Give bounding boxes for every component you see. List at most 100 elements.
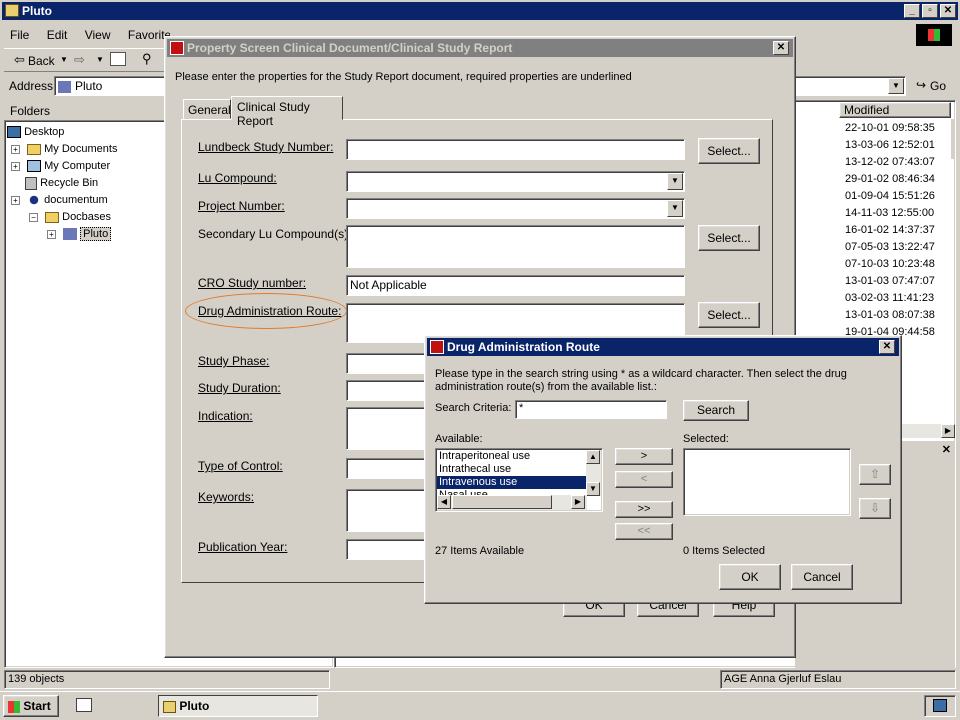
move-right-button[interactable]: > — [615, 448, 673, 465]
back-arrow-icon[interactable]: ⇦ — [14, 52, 25, 68]
system-tray — [924, 695, 956, 717]
scroll-right-icon[interactable]: ▶ — [941, 424, 955, 438]
address-label: Address — [9, 79, 54, 93]
tree-item-my-documents[interactable]: + My Documents — [11, 141, 117, 157]
go-button[interactable]: Go — [930, 79, 946, 93]
tab-clinical-study-report[interactable]: Clinical Study Report — [231, 96, 343, 128]
tree-item-pluto[interactable]: + Pluto — [47, 226, 112, 242]
lundbeck-study-number-input[interactable] — [346, 139, 685, 160]
dialog-app-icon — [170, 41, 184, 55]
vertical-scrollbar[interactable] — [951, 119, 955, 159]
secondary-select-button[interactable]: Select... — [698, 225, 760, 251]
search-criteria-input[interactable]: * — [515, 400, 667, 419]
move-all-left-button[interactable]: << — [615, 523, 673, 540]
expand-icon[interactable]: + — [47, 229, 56, 239]
back-dropdown-icon[interactable]: ▼ — [60, 55, 68, 64]
scroll-right-icon[interactable]: ▶ — [571, 495, 585, 509]
collapse-icon[interactable]: − — [29, 212, 38, 222]
folder-icon — [27, 143, 42, 155]
modified-cell[interactable]: 03-02-03 11:41:23 — [841, 290, 941, 307]
menu-file[interactable]: File — [10, 28, 29, 42]
tree-item-desktop[interactable]: Desktop — [7, 124, 64, 140]
tree-item-recycle-bin[interactable]: Recycle Bin — [25, 175, 98, 191]
forward-dropdown-icon[interactable]: ▼ — [96, 55, 104, 64]
modified-cell[interactable]: 29-01-02 08:46:34 — [841, 171, 941, 188]
modified-cell[interactable]: 13-01-03 07:47:07 — [841, 273, 941, 290]
scroll-down-icon[interactable]: ▼ — [586, 482, 600, 496]
selected-list[interactable] — [683, 448, 851, 516]
available-list-item[interactable]: Intrathecal use — [437, 463, 587, 476]
forward-arrow-icon[interactable]: ⇨ — [74, 52, 85, 68]
scroll-left-icon[interactable]: ◀ — [437, 495, 451, 509]
minimize-button[interactable]: _ — [904, 4, 920, 18]
search-criteria-label: Search Criteria: — [435, 402, 512, 414]
secondary-lu-compound-input[interactable] — [346, 225, 685, 268]
expand-icon[interactable]: + — [11, 144, 20, 154]
address-input-right[interactable]: ▼ — [794, 76, 906, 96]
search-icon[interactable]: ⚲ — [142, 51, 152, 67]
tab-general[interactable]: General — [183, 99, 231, 119]
modified-cell[interactable]: 13-01-03 08:07:38 — [841, 307, 941, 324]
route-ok-button[interactable]: OK — [719, 564, 781, 590]
tray-icon[interactable] — [933, 699, 947, 712]
route-dialog-close-button[interactable]: ✕ — [879, 340, 895, 354]
expand-icon[interactable]: + — [11, 195, 20, 205]
expand-icon[interactable]: + — [11, 161, 20, 171]
quicklaunch-desktop-icon[interactable] — [76, 698, 92, 712]
modified-cell[interactable]: 22-10-01 09:58:35 — [841, 120, 941, 137]
label-project-number: Project Number: — [198, 199, 285, 213]
modified-cell[interactable]: 07-10-03 10:23:48 — [841, 256, 941, 273]
label-publication-year: Publication Year: — [198, 540, 288, 554]
modified-cell[interactable]: 01-09-04 15:51:26 — [841, 188, 941, 205]
menu-edit[interactable]: Edit — [47, 28, 68, 42]
modified-cell[interactable]: 14-11-03 12:55:00 — [841, 205, 941, 222]
available-count: 27 Items Available — [435, 545, 525, 557]
tree-item-my-computer[interactable]: + My Computer — [11, 158, 110, 174]
modified-cell[interactable]: 07-05-03 13:22:47 — [841, 239, 941, 256]
available-list-item[interactable]: Intraperitoneal use — [437, 450, 587, 463]
preview-close-icon[interactable]: ✕ — [942, 443, 951, 456]
move-left-button[interactable]: < — [615, 471, 673, 488]
go-arrow-icon[interactable]: ↪ — [916, 78, 926, 92]
scroll-up-icon[interactable]: ▲ — [586, 450, 600, 464]
property-dialog-close-button[interactable]: ✕ — [773, 41, 789, 55]
annotation-ellipse — [185, 293, 347, 329]
route-cancel-button[interactable]: Cancel — [791, 564, 853, 590]
available-hscroll[interactable]: ◀ ▶ — [437, 495, 587, 510]
project-number-select[interactable]: ▼ — [346, 198, 685, 219]
move-up-button[interactable]: ⇧ — [859, 464, 891, 485]
available-vscroll[interactable]: ▲ ▼ — [586, 450, 601, 496]
tree-item-docbases[interactable]: − Docbases — [29, 209, 111, 225]
project-number-dropdown-icon[interactable]: ▼ — [667, 200, 683, 217]
cro-study-number-input[interactable]: Not Applicable — [346, 275, 685, 296]
modified-cell[interactable]: 16-01-02 14:37:37 — [841, 222, 941, 239]
address-input[interactable]: Pluto — [54, 76, 166, 96]
label-indication: Indication: — [198, 409, 253, 423]
restore-button[interactable]: ▫ — [922, 4, 938, 18]
move-all-right-button[interactable]: >> — [615, 501, 673, 518]
status-user: AGE Anna Gjerluf Eslau — [720, 670, 956, 689]
taskbar-pluto-button[interactable]: Pluto — [158, 695, 318, 717]
lu-compound-select[interactable]: ▼ — [346, 171, 685, 192]
modified-cell[interactable]: 13-03-06 12:52:01 — [841, 137, 941, 154]
up-folder-icon[interactable] — [110, 52, 126, 66]
folder-open-icon — [45, 211, 60, 223]
back-label[interactable]: Back — [28, 54, 55, 68]
move-down-button[interactable]: ⇩ — [859, 498, 891, 519]
menu-view[interactable]: View — [85, 28, 111, 42]
modified-cell[interactable]: 13-12-02 07:43:07 — [841, 154, 941, 171]
search-button[interactable]: Search — [683, 400, 749, 421]
tree-item-documentum[interactable]: + documentum — [11, 192, 108, 208]
modified-column-header[interactable]: Modified — [839, 102, 951, 118]
available-list[interactable]: Intraperitoneal use Intrathecal use Intrav… — [435, 448, 603, 512]
address-dropdown-icon[interactable]: ▼ — [888, 78, 904, 94]
hscroll-thumb[interactable] — [452, 495, 552, 509]
lu-compound-dropdown-icon[interactable]: ▼ — [667, 173, 683, 190]
close-button[interactable]: ✕ — [940, 4, 956, 18]
selected-label: Selected: — [683, 433, 729, 445]
drug-route-select-button[interactable]: Select... — [698, 302, 760, 328]
lundbeck-select-button[interactable]: Select... — [698, 138, 760, 164]
toolbar: ⇦ Back ▼ ⇨ ▼ ⚲ — [4, 48, 164, 72]
available-list-item[interactable]: Intravenous use — [437, 476, 587, 489]
start-button[interactable]: Start — [3, 695, 59, 717]
